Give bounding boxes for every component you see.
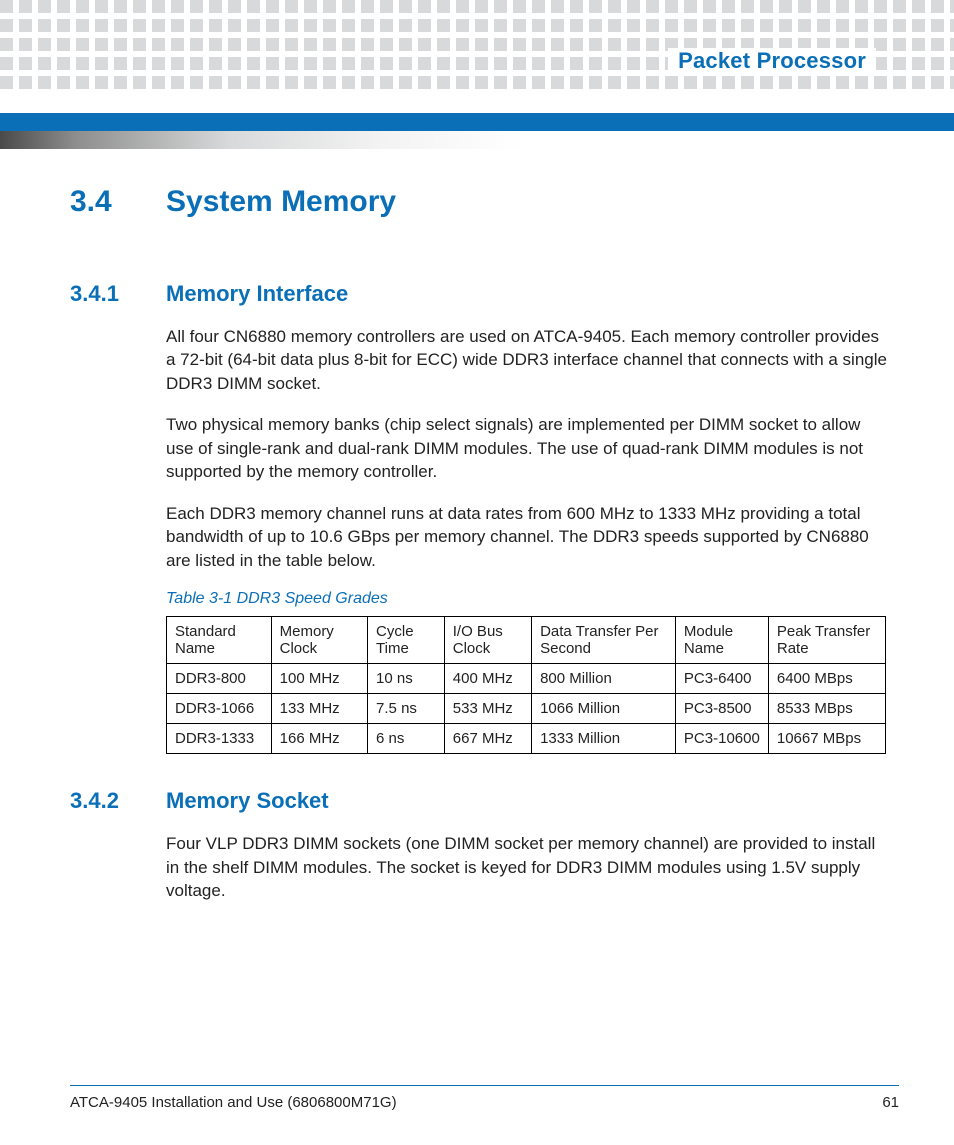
table-cell: 166 MHz — [271, 724, 367, 754]
subsection-heading: 3.4.1Memory Interface — [70, 281, 890, 307]
table-cell: 1333 Million — [532, 724, 676, 754]
paragraph: Two physical memory banks (chip select s… — [166, 413, 890, 483]
table-cell: 6400 MBps — [768, 664, 885, 694]
footer-doc-title: ATCA-9405 Installation and Use (6806800M… — [70, 1094, 397, 1111]
table-cell: 800 Million — [532, 664, 676, 694]
section-number: 3.4 — [70, 185, 166, 219]
table-cell: 1066 Million — [532, 694, 676, 724]
table-cell: 667 MHz — [444, 724, 531, 754]
table-cell: PC3-6400 — [675, 664, 768, 694]
table-header-cell: Cycle Time — [368, 617, 445, 664]
table-header-cell: Peak Transfer Rate — [768, 617, 885, 664]
table-cell: 533 MHz — [444, 694, 531, 724]
table-row: DDR3-1333166 MHz6 ns667 MHz1333 MillionP… — [167, 724, 886, 754]
table-cell: 100 MHz — [271, 664, 367, 694]
table-cell: 10 ns — [368, 664, 445, 694]
footer-page-number: 61 — [882, 1094, 899, 1111]
table-header-cell: Module Name — [675, 617, 768, 664]
table-cell: 10667 MBps — [768, 724, 885, 754]
subsection-title: Memory Interface — [166, 281, 348, 306]
table-cell: 8533 MBps — [768, 694, 885, 724]
paragraph: Each DDR3 memory channel runs at data ra… — [166, 502, 890, 572]
table-header-cell: I/O Bus Clock — [444, 617, 531, 664]
table-cell: DDR3-800 — [167, 664, 272, 694]
subsection-number: 3.4.2 — [70, 788, 166, 814]
subsection-number: 3.4.1 — [70, 281, 166, 307]
subsection-heading: 3.4.2Memory Socket — [70, 788, 890, 814]
table-cell: DDR3-1333 — [167, 724, 272, 754]
table-row: DDR3-1066133 MHz7.5 ns533 MHz1066 Millio… — [167, 694, 886, 724]
table-header-cell: Memory Clock — [271, 617, 367, 664]
table-cell: 400 MHz — [444, 664, 531, 694]
header-gradient-bar — [0, 131, 954, 149]
table-cell: 133 MHz — [271, 694, 367, 724]
ddr3-speed-table: Standard NameMemory ClockCycle TimeI/O B… — [166, 616, 886, 754]
header-blue-bar — [0, 113, 954, 131]
table-row: DDR3-800100 MHz10 ns400 MHz800 MillionPC… — [167, 664, 886, 694]
section-title: System Memory — [166, 185, 396, 218]
paragraph: All four CN6880 memory controllers are u… — [166, 325, 890, 395]
table-cell: 7.5 ns — [368, 694, 445, 724]
table-cell: 6 ns — [368, 724, 445, 754]
table-cell: DDR3-1066 — [167, 694, 272, 724]
table-caption: Table 3-1 DDR3 Speed Grades — [166, 590, 890, 608]
table-header-cell: Standard Name — [167, 617, 272, 664]
page-footer: ATCA-9405 Installation and Use (6806800M… — [70, 1085, 899, 1111]
table-cell: PC3-10600 — [675, 724, 768, 754]
table-header-cell: Data Transfer Per Second — [532, 617, 676, 664]
subsection-title: Memory Socket — [166, 788, 329, 813]
table-cell: PC3-8500 — [675, 694, 768, 724]
paragraph: Four VLP DDR3 DIMM sockets (one DIMM soc… — [166, 832, 890, 902]
chapter-title: Packet Processor — [668, 48, 876, 74]
section-heading: 3.4System Memory — [70, 185, 890, 219]
table-header-row: Standard NameMemory ClockCycle TimeI/O B… — [167, 617, 886, 664]
